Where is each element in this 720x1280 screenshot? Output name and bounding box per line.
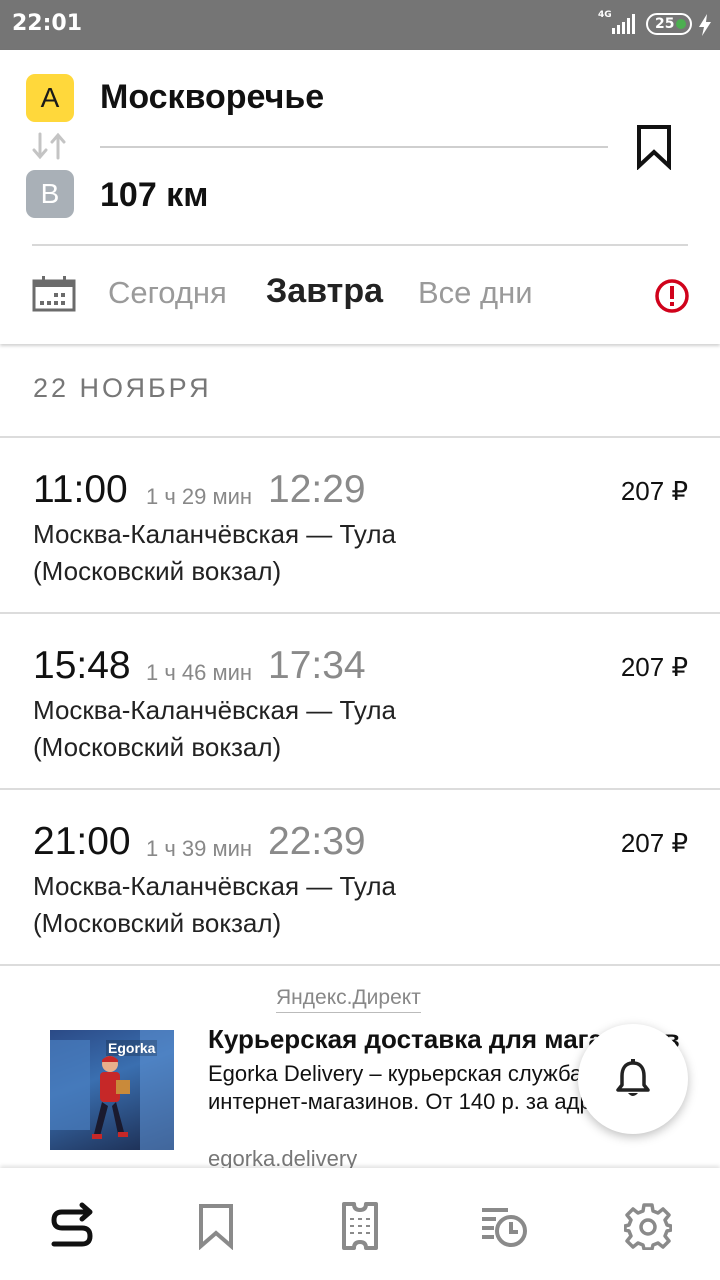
to-station[interactable]: 107 км: [100, 176, 208, 215]
trip-price: 207 ₽: [620, 652, 688, 682]
trip-route-station: (Московский вокзал): [33, 908, 282, 938]
trip-item[interactable]: 21:00 1 ч 39 мин 22:39 207 ₽ Москва-Кала…: [0, 790, 720, 966]
trip-duration: 1 ч 29 мин: [146, 484, 253, 509]
swap-icon[interactable]: [30, 132, 70, 160]
trip-route: Москва-Каланчёвская — Тула: [33, 871, 396, 901]
tab-tomorrow[interactable]: Завтра: [266, 272, 383, 311]
trip-duration: 1 ч 46 мин: [146, 660, 253, 685]
charging-icon: [699, 14, 711, 36]
network-type: 4G: [598, 10, 612, 20]
trip-route: Москва-Каланчёвская — Тула: [33, 519, 396, 549]
bottom-nav: [0, 1168, 720, 1280]
routes-icon[interactable]: [48, 1202, 96, 1250]
history-icon[interactable]: [480, 1202, 528, 1250]
ticket-icon[interactable]: [336, 1202, 384, 1250]
arrival-time: 22:39: [268, 820, 366, 863]
trip-price: 207 ₽: [620, 476, 688, 506]
settings-icon[interactable]: [624, 1202, 672, 1250]
trip-item[interactable]: 11:00 1 ч 29 мин 12:29 207 ₽ Москва-Кала…: [0, 438, 720, 614]
point-b-badge: B: [26, 170, 74, 218]
signal-icon: [612, 14, 635, 34]
battery-level: 25: [655, 16, 675, 32]
bookmark-nav-icon[interactable]: [192, 1202, 240, 1250]
departure-time: 15:48: [33, 644, 131, 687]
route-divider: [100, 146, 608, 148]
header-divider: [32, 244, 688, 246]
point-a-badge: A: [26, 74, 74, 122]
status-time: 22:01: [12, 11, 83, 36]
tab-all-days[interactable]: Все дни: [418, 275, 533, 311]
tab-today[interactable]: Сегодня: [108, 275, 227, 311]
alert-icon[interactable]: [654, 278, 690, 314]
departure-time: 11:00: [33, 468, 128, 511]
arrival-time: 17:34: [268, 644, 366, 687]
bookmark-icon[interactable]: [634, 124, 674, 170]
bell-icon: [616, 1059, 650, 1096]
battery-icon: 25: [646, 13, 692, 35]
date-header: 22 НОЯБРЯ: [33, 373, 212, 403]
arrival-time: 12:29: [268, 468, 366, 511]
status-bar: 22:01 4G 25: [0, 0, 720, 50]
trip-divider: [0, 964, 720, 966]
trip-route: Москва-Каланчёвская — Тула: [33, 695, 396, 725]
ad-domain[interactable]: egorka.delivery: [208, 1146, 357, 1168]
from-station[interactable]: Москворечье: [100, 78, 324, 117]
trip-duration: 1 ч 39 мин: [146, 836, 253, 861]
calendar-icon[interactable]: [32, 276, 76, 312]
departure-time: 21:00: [33, 820, 131, 863]
route-header: A B Москворечье 107 км Сегодня Завтра Вс…: [0, 50, 720, 344]
trip-route-station: (Московский вокзал): [33, 732, 282, 762]
trip-item[interactable]: 15:48 1 ч 46 мин 17:34 207 ₽ Москва-Кала…: [0, 614, 720, 790]
ad-label[interactable]: Яндекс.Директ: [276, 986, 421, 1013]
notifications-button[interactable]: [578, 1024, 688, 1134]
courier-figure: [92, 1056, 130, 1139]
ad-image[interactable]: Egorka: [50, 1030, 174, 1150]
trip-price: 207 ₽: [620, 828, 688, 858]
trip-route-station: (Московский вокзал): [33, 556, 282, 586]
